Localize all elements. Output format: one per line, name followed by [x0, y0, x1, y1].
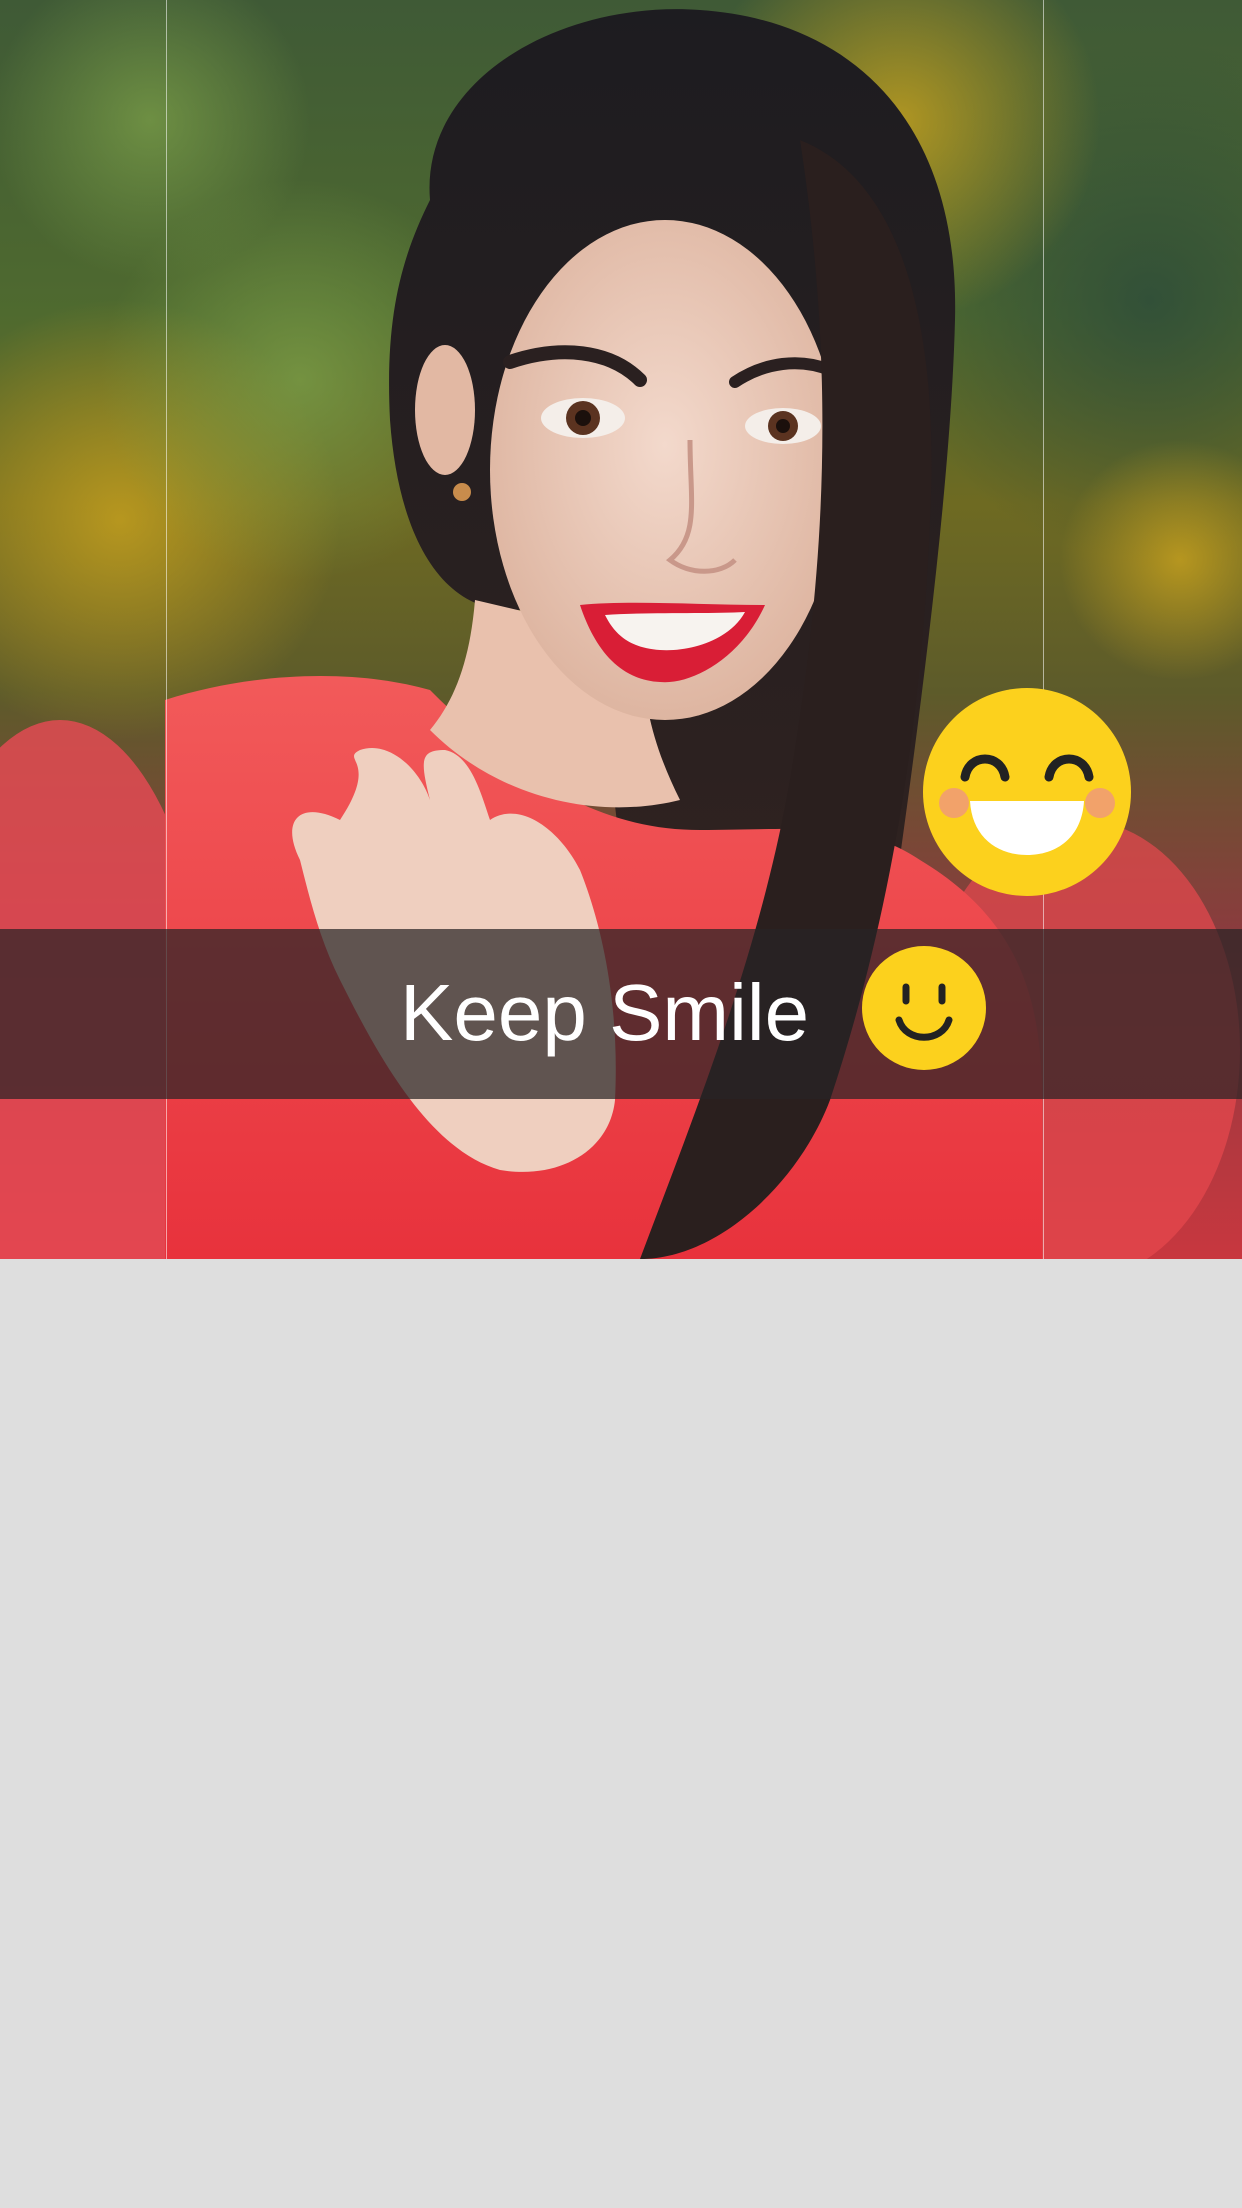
laughing-emoji-icon[interactable]	[922, 687, 1132, 897]
caption-text[interactable]: Keep Smile	[400, 968, 809, 1058]
editor-screen: Keep Smile	[0, 0, 1242, 2208]
editor-canvas-area	[0, 1259, 1242, 2208]
smile-emoji-icon[interactable]	[861, 945, 987, 1071]
